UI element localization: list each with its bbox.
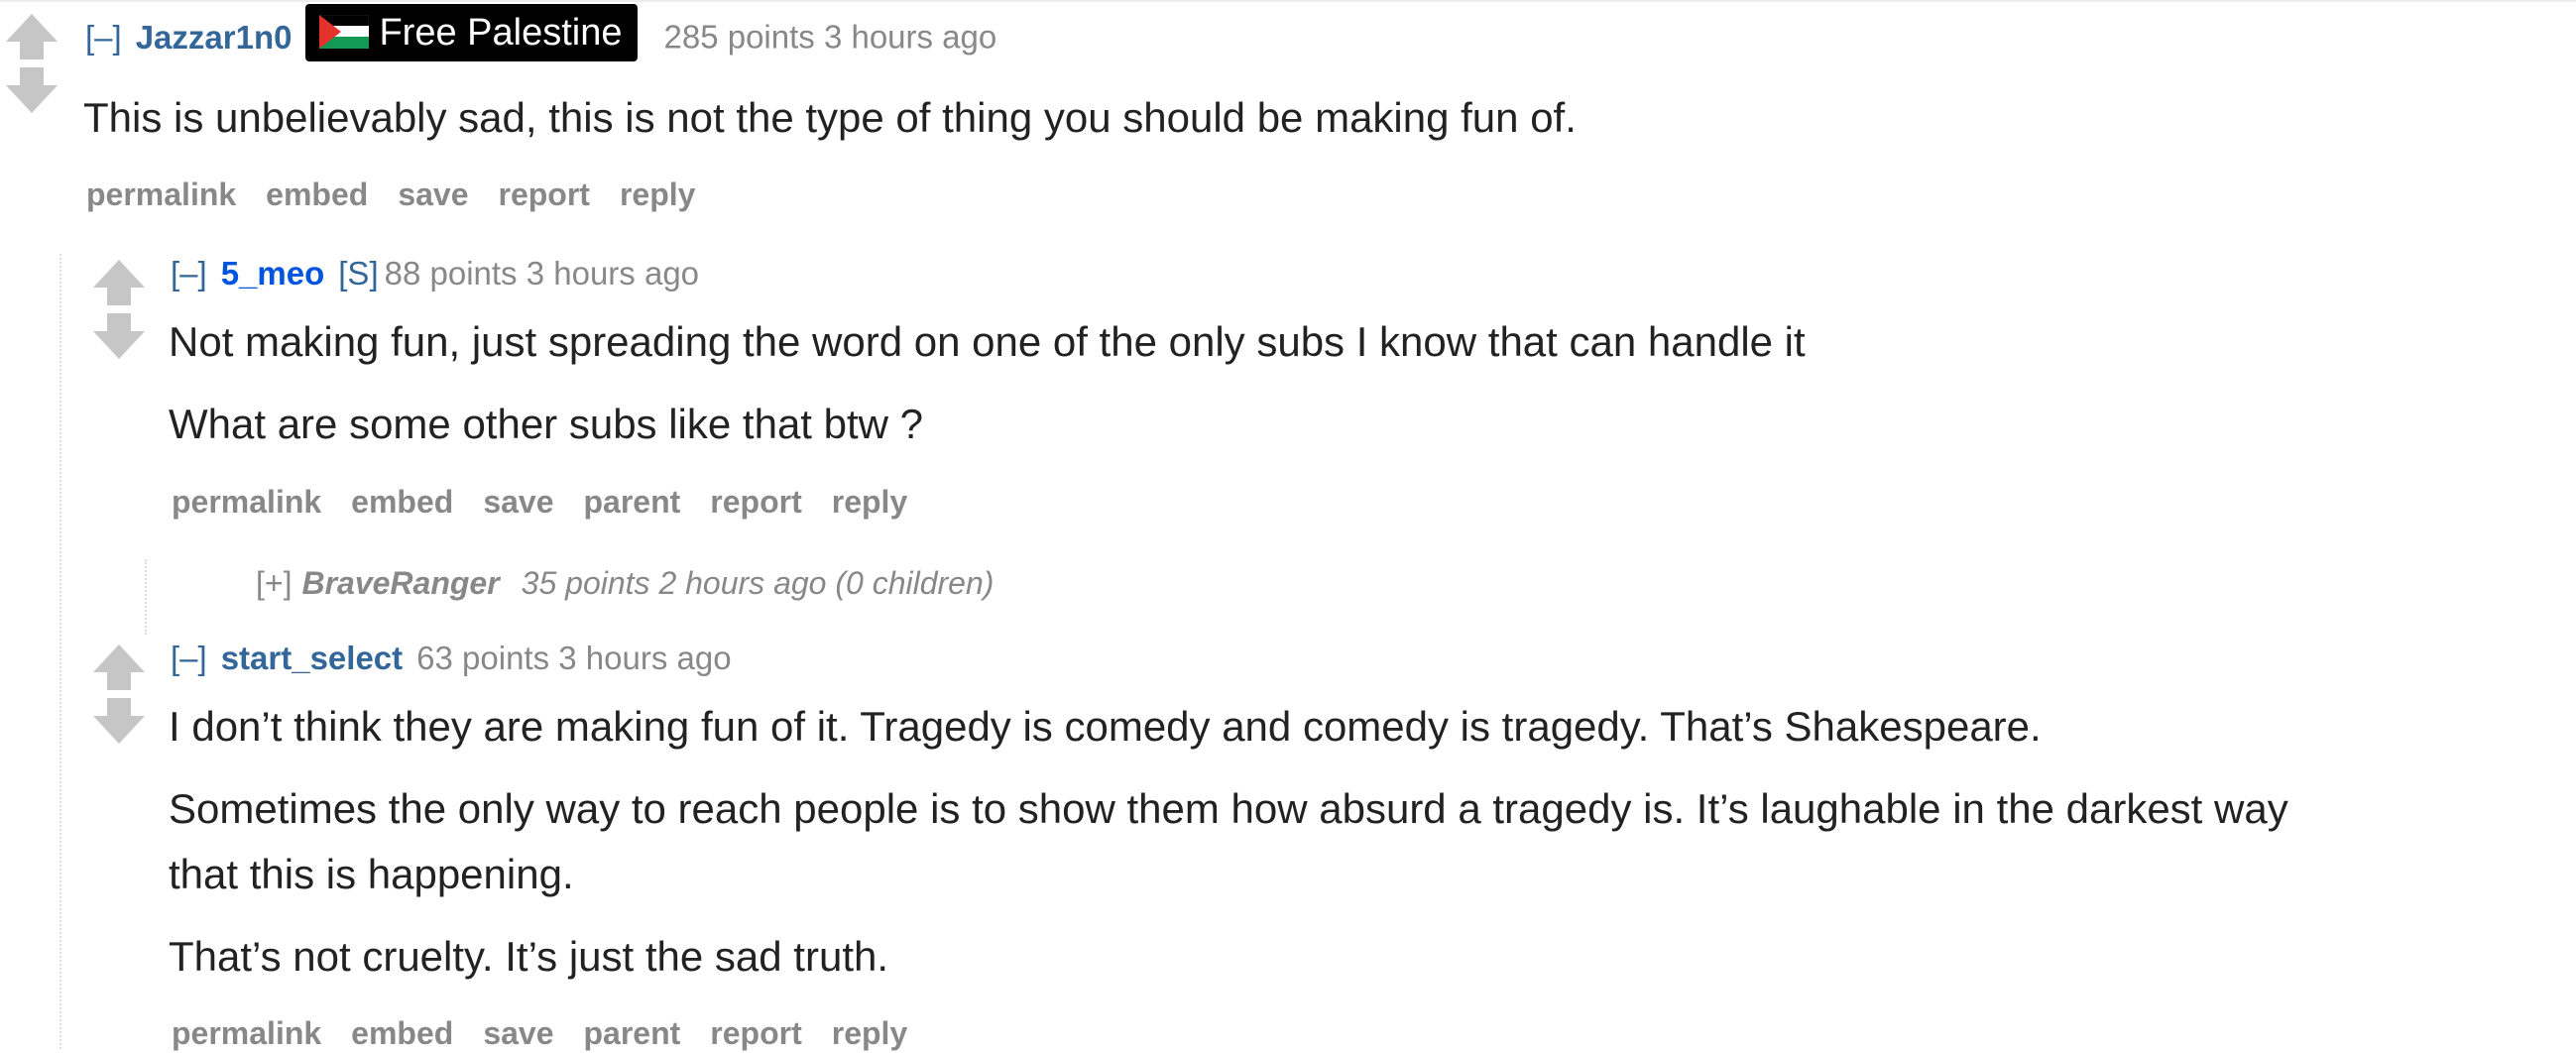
comment-paragraph: Sometimes the only way to reach people i… xyxy=(169,785,2288,832)
comment-paragraph: that this is happening. xyxy=(169,851,574,897)
permalink-button[interactable]: permalink xyxy=(86,176,236,212)
vote-column xyxy=(89,258,149,367)
comment-paragraph: That’s not cruelty. It’s just the sad tr… xyxy=(169,933,889,980)
report-button[interactable]: report xyxy=(710,1015,801,1051)
downvote-arrow-icon[interactable] xyxy=(89,311,149,363)
comment-paragraph: I don’t think they are making fun of it.… xyxy=(169,703,2042,750)
downvote-arrow-icon[interactable] xyxy=(2,65,61,117)
comment-paragraph: This is unbelievably sad, this is not th… xyxy=(83,94,1577,141)
user-flair: Free Palestine xyxy=(305,4,639,61)
save-button[interactable]: save xyxy=(483,484,553,520)
embed-button[interactable]: embed xyxy=(266,176,368,212)
upvote-arrow-icon[interactable] xyxy=(2,12,61,63)
comment-author[interactable]: BraveRanger xyxy=(301,565,499,601)
report-button[interactable]: report xyxy=(710,484,801,520)
comment-tagline: [–] 5_meo [S] 88 points 3 hours ago xyxy=(171,254,699,293)
comment-paragraph: What are some other subs like that btw ? xyxy=(169,401,924,447)
collapse-toggle[interactable]: [–] xyxy=(85,19,122,56)
save-button[interactable]: save xyxy=(398,176,468,212)
top-divider xyxy=(0,0,2576,2)
upvote-arrow-icon[interactable] xyxy=(89,258,149,309)
reply-button[interactable]: reply xyxy=(832,484,907,520)
report-button[interactable]: report xyxy=(499,176,590,212)
embed-button[interactable]: embed xyxy=(351,1015,453,1051)
comment-actions: permalink embed save report reply xyxy=(86,175,725,214)
comment-body: Not making fun, just spreading the word … xyxy=(169,309,1806,474)
parent-button[interactable]: parent xyxy=(584,484,681,520)
collapsed-comment: [+] BraveRanger 35 points 2 hours ago (0 c… xyxy=(256,563,994,603)
comment-author[interactable]: 5_meo xyxy=(221,255,325,292)
comment-tagline: [–] Jazzar1n0 Free Palestine 285 points 3 h… xyxy=(85,4,997,63)
upvote-arrow-icon[interactable] xyxy=(89,643,149,694)
embed-button[interactable]: embed xyxy=(351,484,453,520)
comment-author[interactable]: Jazzar1n0 xyxy=(136,19,293,56)
downvote-arrow-icon[interactable] xyxy=(89,696,149,748)
palestine-flag-icon xyxy=(319,14,370,49)
comment-actions: permalink embed save parent report reply xyxy=(172,482,937,522)
comment-score-time: 35 points 2 hours ago (0 children) xyxy=(521,565,995,601)
comment-actions: permalink embed save parent report reply xyxy=(172,1013,937,1053)
comment-score-time: 285 points 3 hours ago xyxy=(663,18,997,56)
collapse-toggle[interactable]: [–] xyxy=(171,640,207,676)
submitter-badge[interactable]: [S] xyxy=(338,255,378,292)
thread-line[interactable] xyxy=(59,254,61,1049)
vote-column xyxy=(2,12,61,121)
comment-tagline: [–] start_select 63 points 3 hours ago xyxy=(171,639,732,678)
permalink-button[interactable]: permalink xyxy=(172,1015,321,1051)
parent-button[interactable]: parent xyxy=(584,1015,681,1051)
expand-toggle[interactable]: [+] xyxy=(256,565,292,601)
comment-body: This is unbelievably sad, this is not th… xyxy=(83,85,1577,168)
reply-button[interactable]: reply xyxy=(832,1015,907,1051)
comment-score-time: 88 points 3 hours ago xyxy=(384,255,700,292)
reply-button[interactable]: reply xyxy=(620,176,695,212)
permalink-button[interactable]: permalink xyxy=(172,484,321,520)
collapse-toggle[interactable]: [–] xyxy=(171,255,207,292)
save-button[interactable]: save xyxy=(483,1015,553,1051)
flair-text: Free Palestine xyxy=(379,12,623,54)
thread-line[interactable] xyxy=(145,559,147,635)
vote-column xyxy=(89,643,149,752)
comment-body: I don’t think they are making fun of it.… xyxy=(169,694,2288,1006)
comment-author[interactable]: start_select xyxy=(221,640,403,676)
comment-score-time: 63 points 3 hours ago xyxy=(416,640,732,676)
comment-paragraph: Not making fun, just spreading the word … xyxy=(169,318,1806,365)
